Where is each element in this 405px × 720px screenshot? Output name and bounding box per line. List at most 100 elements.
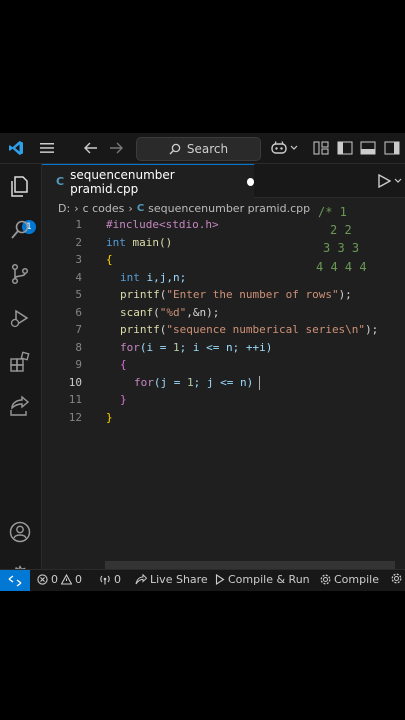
toggle-secondary-sidebar-icon[interactable] [384,139,400,157]
search-icon [169,143,181,155]
cpp-file-icon: C [56,175,65,188]
compile-run-button[interactable]: Compile & Run [215,573,310,586]
unsaved-dot-icon[interactable] [246,177,254,186]
code-text: (j = [153,375,187,389]
compile-label: Compile [334,573,379,586]
warning-icon [61,574,72,585]
line-number: 4 [75,270,82,284]
code-line[interactable]: 11 } [42,392,405,409]
code-line[interactable]: 8 for(i = 1; i <= n; ++i) [42,340,405,357]
vscode-window: Search 1 C sequencenumber pramid.cpp D: … [0,133,405,591]
cpp-file-icon: C [136,202,145,214]
pyramid-comment-row: 4 4 4 4 [316,260,367,274]
line-number: 1 [75,218,82,231]
back-arrow-icon[interactable] [83,139,99,157]
layout-icon[interactable] [313,139,329,157]
search-icon[interactable] [8,218,32,242]
breadcrumb-drive[interactable]: D: [58,202,70,215]
search-box[interactable]: Search [136,137,261,161]
run-file-icon[interactable] [377,172,391,190]
extensions-icon[interactable] [8,350,32,374]
code-keyword: int [106,235,126,249]
code-line[interactable]: 6 scanf("%d",&n); [42,305,405,322]
breadcrumb-file[interactable]: sequencenumber pramid.cpp [148,202,310,215]
code-line-active[interactable]: 10 for(j = 1; j <= n) [42,375,405,392]
line-number: 3 [75,253,82,266]
tab-filename: sequencenumber pramid.cpp [70,167,175,196]
warning-count: 0 [75,573,82,586]
copilot-chevron-icon[interactable] [290,139,298,157]
breadcrumb-folder[interactable]: c codes [83,202,125,215]
error-icon [37,574,48,585]
forward-arrow-icon[interactable] [108,139,124,157]
code-text: ( [153,305,160,319]
line-number: 5 [75,288,82,301]
code-text: (i = [139,340,173,354]
run-debug-icon[interactable] [8,306,32,330]
remote-indicator-icon[interactable] [0,570,30,591]
line-number: 9 [75,358,82,371]
code-text: ; i <= n; ++i) [179,340,273,354]
activity-bar: 1 [0,164,42,590]
code-text: scanf [120,305,154,319]
chevron-right-icon: › [128,201,133,215]
code-text: printf [120,323,160,336]
live-share-icon [135,574,147,585]
line-number: 6 [75,305,82,319]
compile-button[interactable]: Compile [320,573,379,586]
code-text: } [120,393,127,406]
problems-status[interactable]: 0 0 [37,573,82,586]
explorer-icon[interactable] [8,174,32,198]
code-text: i,j,n; [139,270,187,284]
copilot-icon[interactable] [270,139,290,157]
code-text: ); [365,323,379,336]
code-text: ,&n); [186,305,220,319]
toggle-panel-icon[interactable] [360,139,376,157]
code-keyword: for [120,340,140,354]
live-share-label: Live Share [150,573,208,586]
account-icon[interactable] [8,520,32,544]
code-string: "%d" [159,305,187,319]
antenna-icon [100,575,110,585]
line-number: 8 [75,340,82,354]
code-text: main() [125,235,173,249]
code-line[interactable]: 5 printf("Enter the number of rows"); [42,287,405,304]
code-line[interactable]: 9 { [42,357,405,374]
code-string: "Enter the number of rows" [166,288,339,301]
tab-bar: C sequencenumber pramid.cpp [42,164,405,198]
error-count: 0 [51,573,58,586]
chevron-right-icon: › [74,201,79,215]
code-text: printf [120,288,160,301]
toggle-sidebar-icon[interactable] [337,139,353,157]
notifications-gear-icon[interactable] [391,573,402,584]
line-number: 11 [68,393,82,406]
search-label: Search [186,142,229,156]
ports-count: 0 [114,573,121,586]
line-number: 12 [68,410,82,424]
code-string: "sequence numberical series\n" [166,323,366,336]
gear-icon [320,574,331,585]
menu-icon[interactable] [39,139,55,157]
code-line[interactable]: 7 printf("sequence numberical series\n")… [42,322,405,339]
code-keyword: for [134,375,154,389]
code-text: ); [338,288,352,301]
line-number: 2 [75,235,82,249]
breadcrumb: D: › c codes › C sequencenumber pramid.c… [42,199,310,217]
live-share-button[interactable]: Live Share [135,573,208,586]
vscode-logo-icon[interactable] [8,139,24,157]
remote-explorer-icon[interactable] [8,394,32,418]
pyramid-comment-row: /* 1 [318,205,347,219]
ports-status[interactable]: 0 [99,573,121,586]
run-dropdown-icon[interactable] [394,172,402,190]
line-number: 10 [68,375,82,389]
code-number: 1 [187,375,194,389]
status-bar: 0 0 0 Live Share Compile & Run Compile [0,569,405,591]
code-text: { [106,253,113,266]
tab-sequencenumber-pramid[interactable]: C sequencenumber pramid.cpp [42,164,254,198]
code-text: #include<stdio.h> [106,218,219,231]
compile-run-label: Compile & Run [228,573,310,586]
code-line[interactable]: 12 } [42,410,405,427]
code-text: ; j <= n) [193,375,254,389]
code-editor[interactable]: 1 #include<stdio.h> 2 int main() 3 { 4 i… [42,205,405,567]
source-control-icon[interactable] [8,262,32,286]
